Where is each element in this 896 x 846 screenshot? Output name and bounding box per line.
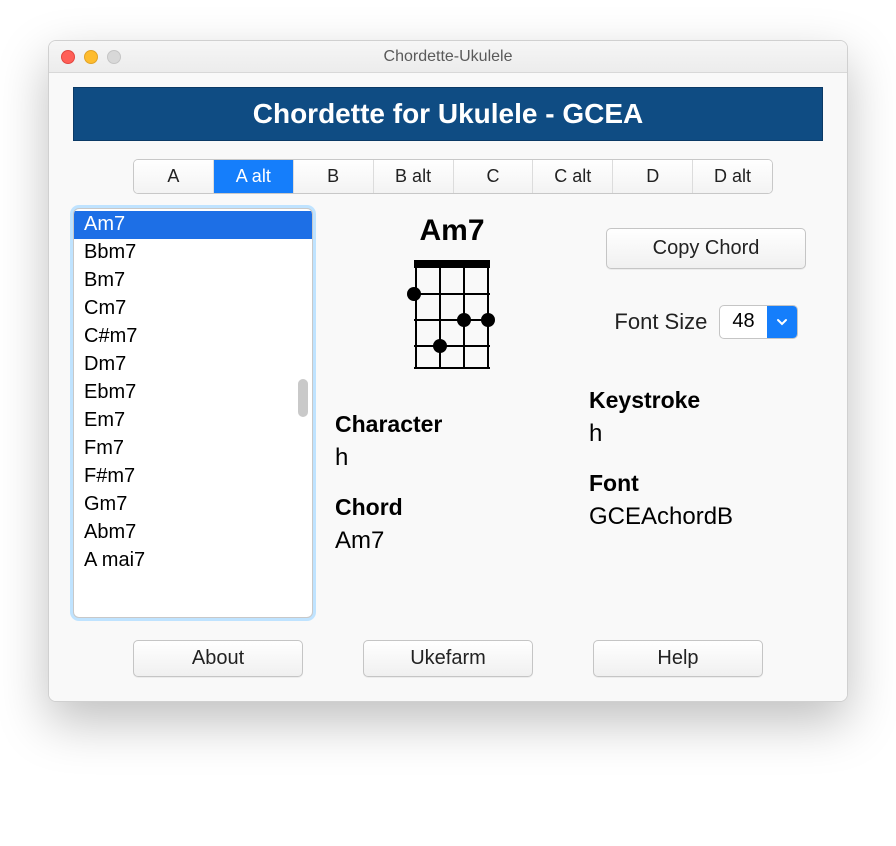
font-value: GCEAchordB (589, 503, 823, 531)
character-value: h (335, 444, 569, 472)
tab-c[interactable]: C (454, 160, 534, 193)
list-item[interactable]: F#m7 (74, 463, 312, 491)
minimize-icon[interactable] (84, 50, 98, 64)
main-area: Am7Bbm7Bm7Cm7C#m7Dm7Ebm7Em7Fm7F#m7Gm7Abm… (73, 208, 823, 618)
list-item[interactable]: Ebm7 (74, 379, 312, 407)
chord-diagram (404, 252, 500, 377)
character-label: Character (335, 411, 569, 438)
chevron-down-icon (767, 306, 797, 338)
chord-label: Chord (335, 494, 569, 521)
font-label: Font (589, 470, 823, 497)
copy-chord-button[interactable]: Copy Chord (606, 228, 806, 269)
tab-a[interactable]: A (134, 160, 214, 193)
close-icon[interactable] (61, 50, 75, 64)
scrollbar-thumb[interactable] (298, 379, 308, 417)
chord-listbox[interactable]: Am7Bbm7Bm7Cm7C#m7Dm7Ebm7Em7Fm7F#m7Gm7Abm… (73, 208, 313, 618)
tab-a-alt[interactable]: A alt (214, 160, 294, 193)
tab-d[interactable]: D (613, 160, 693, 193)
ukefarm-button[interactable]: Ukefarm (363, 640, 533, 677)
app-banner: Chordette for Ukulele - GCEA (73, 87, 823, 141)
content-area: Chordette for Ukulele - GCEA AA altBB al… (49, 73, 847, 701)
list-item[interactable]: Dm7 (74, 351, 312, 379)
font-size-select[interactable]: 48 (719, 305, 797, 339)
list-item[interactable]: Gm7 (74, 491, 312, 519)
list-item[interactable]: Bm7 (74, 267, 312, 295)
font-size-label: Font Size (614, 309, 707, 335)
keystroke-value: h (589, 420, 823, 448)
list-item[interactable]: Am7 (74, 211, 312, 239)
zoom-icon[interactable] (107, 50, 121, 64)
list-item[interactable]: Abm7 (74, 519, 312, 547)
titlebar: Chordette-Ukulele (49, 41, 847, 73)
list-item[interactable]: Fm7 (74, 435, 312, 463)
font-size-row: Font Size 48 (614, 305, 797, 339)
list-item[interactable]: A mai7 (74, 547, 312, 575)
chord-tabs: AA altBB altCC altDD alt (133, 159, 773, 194)
list-item[interactable]: Em7 (74, 407, 312, 435)
right-panel: Am7 (335, 208, 823, 618)
tab-d-alt[interactable]: D alt (693, 160, 772, 193)
about-button[interactable]: About (133, 640, 303, 677)
help-button[interactable]: Help (593, 640, 763, 677)
list-item[interactable]: Bbm7 (74, 239, 312, 267)
controls-column: Copy Chord Font Size 48 Keystroke (589, 208, 823, 618)
tab-b-alt[interactable]: B alt (374, 160, 454, 193)
app-window: Chordette-Ukulele Chordette for Ukulele … (48, 40, 848, 702)
keystroke-label: Keystroke (589, 387, 823, 414)
tab-c-alt[interactable]: C alt (533, 160, 613, 193)
chord-value: Am7 (335, 527, 569, 555)
font-size-value: 48 (720, 306, 766, 338)
tab-b[interactable]: B (294, 160, 374, 193)
chord-name-label: Am7 (419, 214, 484, 248)
list-item[interactable]: C#m7 (74, 323, 312, 351)
window-title: Chordette-Ukulele (49, 48, 847, 66)
bottom-button-row: About Ukefarm Help (73, 640, 823, 677)
list-item[interactable]: Cm7 (74, 295, 312, 323)
window-controls (49, 50, 121, 64)
preview-column: Am7 (335, 208, 569, 618)
